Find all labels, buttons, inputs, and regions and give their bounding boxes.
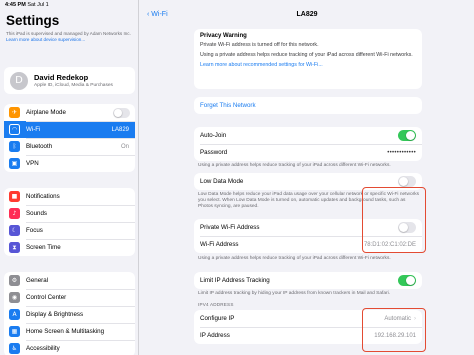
sidebar-item-label: General: [26, 277, 49, 284]
sidebar-group-connectivity: ✈ Airplane Mode ◠ Wi-Fi LA829 ᛒ Bluetoot…: [4, 104, 135, 172]
forget-network-label: Forget This Network: [200, 102, 256, 109]
status-bar: 4:45 PM Sat Jul 1: [5, 2, 49, 8]
annotation-highlight-private-address: [362, 187, 426, 253]
sidebar-item-control-center[interactable]: ◉ Control Center: [4, 289, 135, 306]
sidebar-item-label: Airplane Mode: [26, 109, 66, 116]
gear-icon: ⚙: [9, 275, 20, 286]
configure-ip-label: Configure IP: [200, 315, 235, 322]
sidebar-item-label: Home Screen & Multitasking: [26, 328, 105, 335]
sidebar-item-sounds[interactable]: ♪ Sounds: [4, 205, 135, 222]
wifi-icon: ◠: [9, 124, 20, 135]
private-address-note-top: Using a private address helps reduce tra…: [198, 163, 391, 168]
sidebar-title: Settings: [6, 13, 60, 28]
sidebar-item-display-brightness[interactable]: A Display & Brightness: [4, 306, 135, 323]
sidebar-item-airplane-mode[interactable]: ✈ Airplane Mode: [4, 104, 135, 121]
ipv4-section-caption: IPV4 ADDRESS: [198, 302, 234, 307]
sidebar-item-label: Wi-Fi: [26, 126, 41, 133]
limit-ip-note: Limit IP address tracking by hiding your…: [198, 291, 391, 296]
auto-join-row: Auto-Join: [194, 127, 422, 144]
sounds-icon: ♪: [9, 208, 20, 219]
airplane-mode-toggle[interactable]: [113, 107, 130, 118]
sidebar-item-accessibility[interactable]: ♿ Accessibility: [4, 340, 135, 355]
privacy-warning-title: Privacy Warning: [200, 33, 247, 39]
limit-ip-toggle[interactable]: [398, 275, 416, 286]
low-data-toggle[interactable]: [398, 176, 416, 187]
profile-subtitle: Apple ID, iCloud, Media & Purchases: [34, 83, 113, 88]
sidebar-item-wifi[interactable]: ◠ Wi-Fi LA829: [4, 121, 135, 138]
airplane-icon: ✈: [9, 107, 20, 118]
join-settings-card: Auto-Join Password ••••••••••••: [194, 127, 422, 161]
sidebar-item-label: Bluetooth: [26, 143, 53, 150]
supervision-learn-more-link[interactable]: Learn more about device supervision...: [6, 37, 85, 42]
supervision-notice: This iPad is supervised and managed by A…: [6, 31, 134, 43]
sidebar-item-label: Accessibility: [26, 345, 60, 352]
focus-moon-icon: ☾: [9, 225, 20, 236]
notifications-icon: ■: [9, 191, 20, 202]
status-date: Sat Jul 1: [27, 2, 49, 8]
privacy-warning-line1: Private Wi-Fi address is turned off for …: [200, 42, 319, 48]
navigation-bar: ‹ Wi-Fi LA829: [140, 10, 474, 24]
wifi-address-label: Wi-Fi Address: [200, 241, 239, 248]
low-data-label: Low Data Mode: [200, 178, 244, 185]
privacy-warning-line2: Using a private address helps reduce tra…: [200, 52, 413, 58]
privacy-warning-card: Privacy Warning Private Wi-Fi address is…: [194, 29, 422, 89]
bluetooth-icon: ᛒ: [9, 141, 20, 152]
hourglass-icon: ⧗: [9, 242, 20, 253]
wifi-network-value: LA829: [111, 126, 129, 133]
bluetooth-value: On: [120, 143, 129, 150]
private-address-note: Using a private address helps reduce tra…: [198, 256, 391, 261]
sidebar-item-vpn[interactable]: ▣ VPN: [4, 155, 135, 172]
recommended-settings-link[interactable]: Learn more about recommended settings fo…: [200, 62, 416, 69]
sidebar-item-label: VPN: [26, 160, 39, 167]
forget-network-card: Forget This Network: [194, 97, 422, 114]
sidebar-item-label: Control Center: [26, 294, 67, 301]
wifi-detail-pane: ‹ Wi-Fi LA829 Privacy Warning Private Wi…: [140, 0, 474, 355]
sidebar-item-label: Focus: [26, 227, 43, 234]
sidebar-item-label: Notifications: [26, 193, 60, 200]
sidebar-group-notifications: ■ Notifications ♪ Sounds ☾ Focus ⧗ Scree…: [4, 188, 135, 256]
accessibility-icon: ♿: [9, 343, 20, 354]
page-title: LA829: [296, 11, 318, 18]
limit-ip-label: Limit IP Address Tracking: [200, 277, 270, 284]
limit-ip-row: Limit IP Address Tracking: [194, 272, 422, 289]
sidebar-item-focus[interactable]: ☾ Focus: [4, 222, 135, 239]
auto-join-toggle[interactable]: [398, 130, 416, 141]
sidebar-item-bluetooth[interactable]: ᛒ Bluetooth On: [4, 138, 135, 155]
auto-join-label: Auto-Join: [200, 132, 227, 139]
sidebar-group-general: ⚙ General ◉ Control Center A Display & B…: [4, 272, 135, 355]
display-brightness-icon: A: [9, 309, 20, 320]
limit-ip-card: Limit IP Address Tracking: [194, 272, 422, 289]
avatar: D: [10, 71, 28, 90]
sidebar-item-notifications[interactable]: ■ Notifications: [4, 188, 135, 205]
password-value: ••••••••••••: [387, 149, 416, 156]
status-time: 4:45 PM: [5, 2, 26, 8]
annotation-highlight-ip-address: [362, 308, 426, 352]
home-screen-grid-icon: ▦: [9, 326, 20, 337]
sidebar-item-home-screen[interactable]: ▦ Home Screen & Multitasking: [4, 323, 135, 340]
profile-name: David Redekop: [34, 73, 89, 82]
ip-address-label: IP Address: [200, 332, 230, 339]
vpn-icon: ▣: [9, 158, 20, 169]
password-label: Password: [200, 149, 228, 156]
settings-sidebar: 4:45 PM Sat Jul 1 Settings This iPad is …: [0, 0, 139, 355]
sidebar-item-general[interactable]: ⚙ General: [4, 272, 135, 289]
supervision-text: This iPad is supervised and managed by A…: [6, 31, 131, 36]
sidebar-item-screen-time[interactable]: ⧗ Screen Time: [4, 239, 135, 256]
apple-id-profile[interactable]: D David Redekop Apple ID, iCloud, Media …: [4, 67, 135, 94]
forget-network-button[interactable]: Forget This Network: [194, 97, 422, 114]
sidebar-item-label: Display & Brightness: [26, 311, 84, 318]
control-center-icon: ◉: [9, 292, 20, 303]
password-row[interactable]: Password ••••••••••••: [194, 144, 422, 161]
sidebar-item-label: Screen Time: [26, 244, 61, 251]
sidebar-item-label: Sounds: [26, 210, 47, 217]
